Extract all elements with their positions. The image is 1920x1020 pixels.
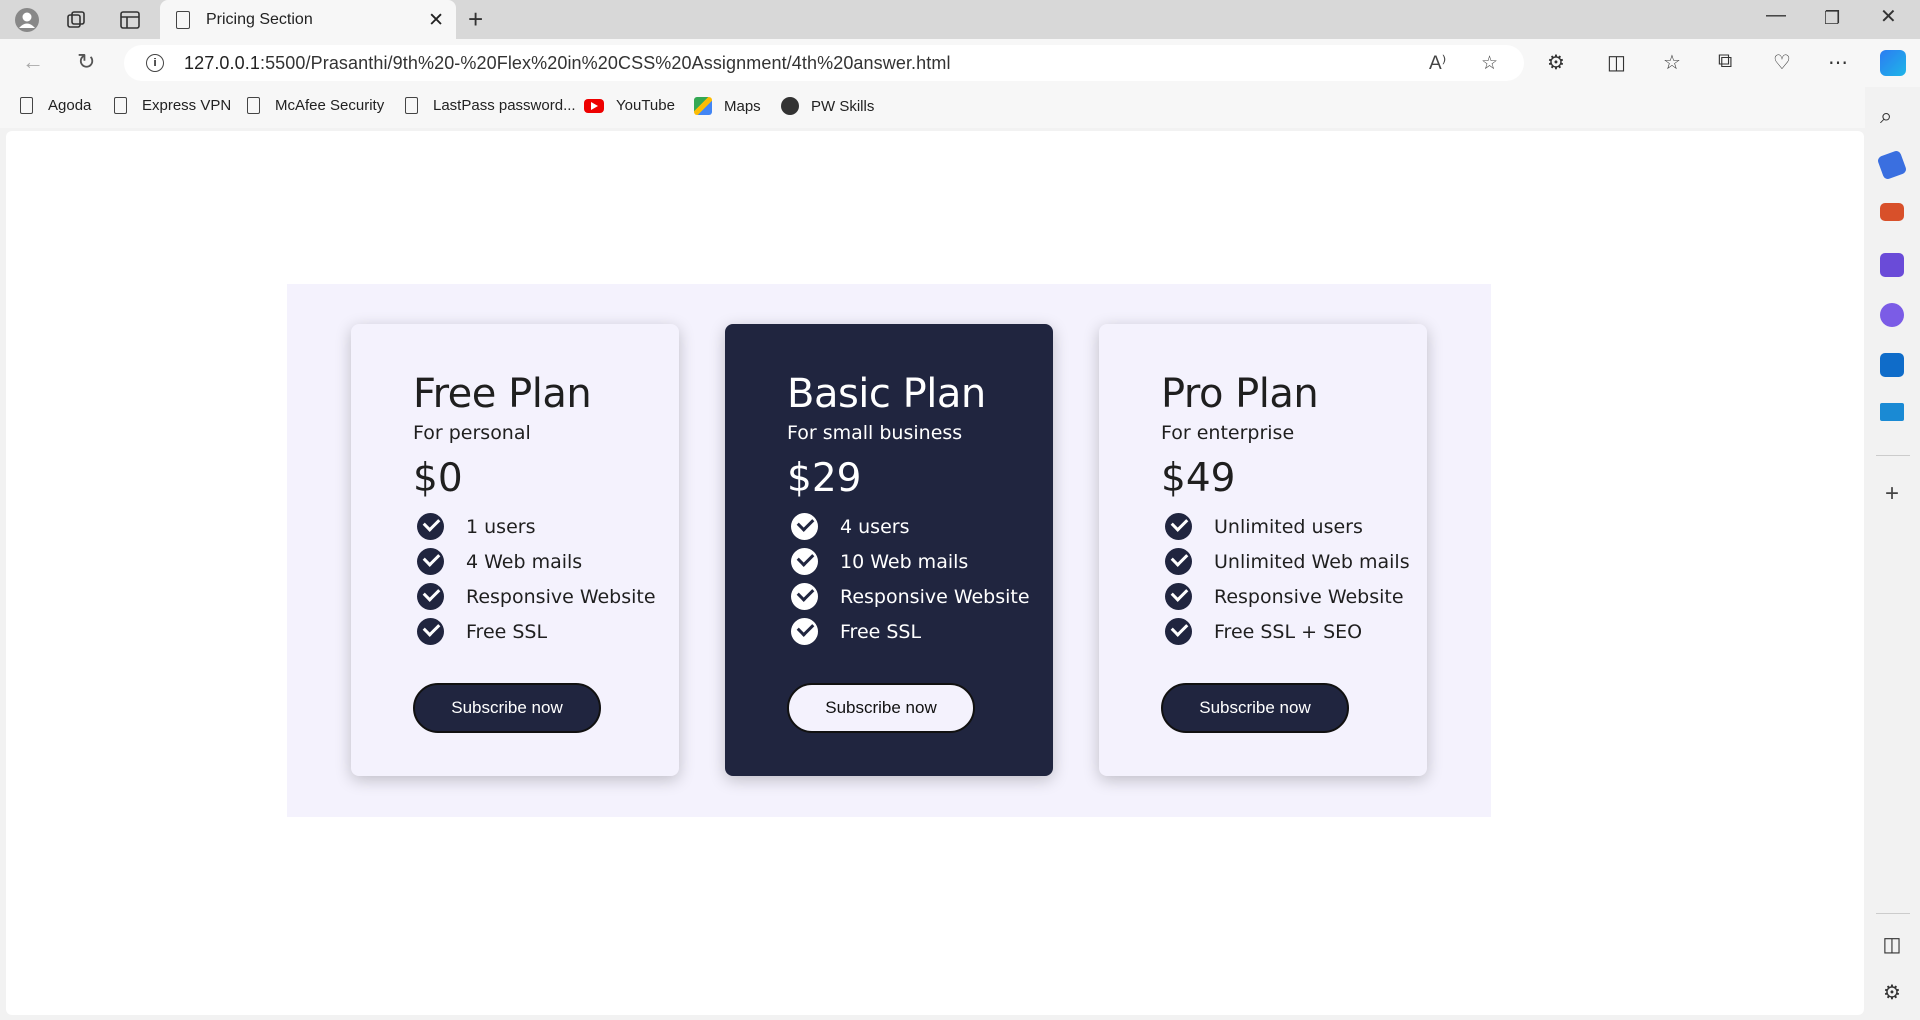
feature-item: 1 users xyxy=(413,509,679,544)
feature-item: Unlimited Web mails xyxy=(1161,544,1427,579)
workspaces-icon[interactable] xyxy=(62,6,90,34)
read-aloud-icon[interactable]: A⁾ xyxy=(1429,52,1446,75)
feature-item: Responsive Website xyxy=(1161,579,1427,614)
plan-price: $49 xyxy=(1161,456,1236,501)
outlook-icon[interactable] xyxy=(1880,353,1904,377)
feature-item: Responsive Website xyxy=(787,579,1053,614)
check-circle-icon xyxy=(791,548,818,575)
plan-card-basic: Basic Plan For small business $29 4 user… xyxy=(725,324,1053,776)
plan-title: Pro Plan xyxy=(1161,371,1319,417)
maps-icon xyxy=(694,97,712,115)
microsoft-365-icon[interactable] xyxy=(1880,303,1904,327)
plan-subtitle: For enterprise xyxy=(1161,422,1295,444)
plan-subtitle: For personal xyxy=(413,422,531,444)
youtube-icon xyxy=(584,98,604,113)
pw-skills-icon xyxy=(781,97,799,115)
copilot-icon[interactable] xyxy=(1880,50,1906,76)
check-circle-icon xyxy=(1165,583,1192,610)
profile-icon[interactable] xyxy=(13,6,41,34)
page-icon xyxy=(405,97,418,114)
close-tab-icon[interactable]: ✕ xyxy=(428,9,444,32)
tab-pricing-section[interactable]: Pricing Section ✕ xyxy=(160,0,456,39)
favorites-icon[interactable]: ☆ xyxy=(1663,50,1681,75)
plan-title: Free Plan xyxy=(413,371,592,417)
plan-price: $29 xyxy=(787,456,862,501)
page-icon xyxy=(247,97,260,114)
new-tab-button[interactable]: + xyxy=(468,4,483,35)
hide-sidebar-icon[interactable]: ◫ xyxy=(1880,932,1904,956)
bookmark-mcafee[interactable]: McAfee Security xyxy=(247,97,384,114)
tools-icon[interactable] xyxy=(1880,203,1904,221)
bookmark-youtube[interactable]: YouTube xyxy=(584,97,675,114)
site-info-icon[interactable]: i xyxy=(146,54,164,72)
tab-title: Pricing Section xyxy=(206,10,313,28)
pricing-section: Free Plan For personal $0 1 users 4 Web … xyxy=(287,284,1491,817)
page-icon xyxy=(176,10,190,29)
search-icon[interactable]: ⌕ xyxy=(1880,103,1904,128)
close-window-icon[interactable]: ✕ xyxy=(1880,4,1897,29)
subscribe-button[interactable]: Subscribe now xyxy=(787,683,975,733)
url-text[interactable]: 127.0.0.1:5500/Prasanthi/9th%20-%20Flex%… xyxy=(184,53,951,74)
check-circle-icon xyxy=(417,618,444,645)
page-viewport: Free Plan For personal $0 1 users 4 Web … xyxy=(6,131,1864,1015)
browser-essentials-icon[interactable]: ♡ xyxy=(1773,50,1791,75)
feature-list: 1 users 4 Web mails Responsive Website F… xyxy=(413,509,679,649)
refresh-icon[interactable]: ↻ xyxy=(77,49,95,75)
check-circle-icon xyxy=(791,513,818,540)
check-circle-icon xyxy=(417,513,444,540)
feature-list: Unlimited users Unlimited Web mails Resp… xyxy=(1161,509,1427,649)
feature-item: Responsive Website xyxy=(413,579,679,614)
feature-item: Free SSL xyxy=(787,614,1053,649)
check-circle-icon xyxy=(1165,618,1192,645)
settings-gear-icon[interactable]: ⚙ xyxy=(1880,980,1904,1004)
games-icon[interactable] xyxy=(1880,253,1904,277)
plan-price: $0 xyxy=(413,456,463,501)
subscribe-button[interactable]: Subscribe now xyxy=(413,683,601,733)
check-circle-icon xyxy=(417,583,444,610)
collections-icon[interactable]: ⧉ xyxy=(1718,50,1732,73)
tab-strip: Pricing Section ✕ + — ❐ ✕ xyxy=(0,0,1920,39)
feature-item: Free SSL xyxy=(413,614,679,649)
vertical-tabs-icon[interactable] xyxy=(116,6,144,34)
subscribe-button[interactable]: Subscribe now xyxy=(1161,683,1349,733)
extensions-icon[interactable]: ⚙ xyxy=(1547,50,1565,75)
feature-item: Unlimited users xyxy=(1161,509,1427,544)
bookmark-maps[interactable]: Maps xyxy=(694,97,761,115)
feature-item: Free SSL + SEO xyxy=(1161,614,1427,649)
drop-icon[interactable] xyxy=(1880,403,1904,421)
address-bar[interactable]: i 127.0.0.1:5500/Prasanthi/9th%20-%20Fle… xyxy=(124,45,1524,81)
sidebar-divider xyxy=(1876,913,1910,914)
back-icon[interactable]: ← xyxy=(22,49,44,75)
restore-icon[interactable]: ❐ xyxy=(1824,8,1840,29)
feature-item: 4 users xyxy=(787,509,1053,544)
check-circle-icon xyxy=(1165,548,1192,575)
bookmark-pw-skills[interactable]: PW Skills xyxy=(781,97,874,115)
split-screen-icon[interactable]: ◫ xyxy=(1607,50,1626,75)
feature-item: 4 Web mails xyxy=(413,544,679,579)
bookmark-lastpass[interactable]: LastPass password... xyxy=(405,97,576,114)
plan-subtitle: For small business xyxy=(787,422,963,444)
favorite-star-icon[interactable]: ☆ xyxy=(1481,52,1498,75)
check-circle-icon xyxy=(417,548,444,575)
plan-card-free: Free Plan For personal $0 1 users 4 Web … xyxy=(351,324,679,776)
feature-list: 4 users 10 Web mails Responsive Website … xyxy=(787,509,1053,649)
sidebar-divider xyxy=(1876,455,1910,456)
page-icon xyxy=(114,97,127,114)
bookmark-express-vpn[interactable]: Express VPN xyxy=(114,97,231,114)
minimize-icon[interactable]: — xyxy=(1766,4,1786,27)
add-icon[interactable]: + xyxy=(1880,480,1904,507)
bookmark-agoda[interactable]: Agoda xyxy=(20,97,91,114)
check-circle-icon xyxy=(791,583,818,610)
check-circle-icon xyxy=(791,618,818,645)
feature-item: 10 Web mails xyxy=(787,544,1053,579)
check-circle-icon xyxy=(1165,513,1192,540)
edge-sidebar xyxy=(1865,87,1920,1020)
plan-card-pro: Pro Plan For enterprise $49 Unlimited us… xyxy=(1099,324,1427,776)
page-icon xyxy=(20,97,33,114)
more-menu-icon[interactable]: ⋯ xyxy=(1828,50,1848,75)
plan-title: Basic Plan xyxy=(787,371,986,417)
